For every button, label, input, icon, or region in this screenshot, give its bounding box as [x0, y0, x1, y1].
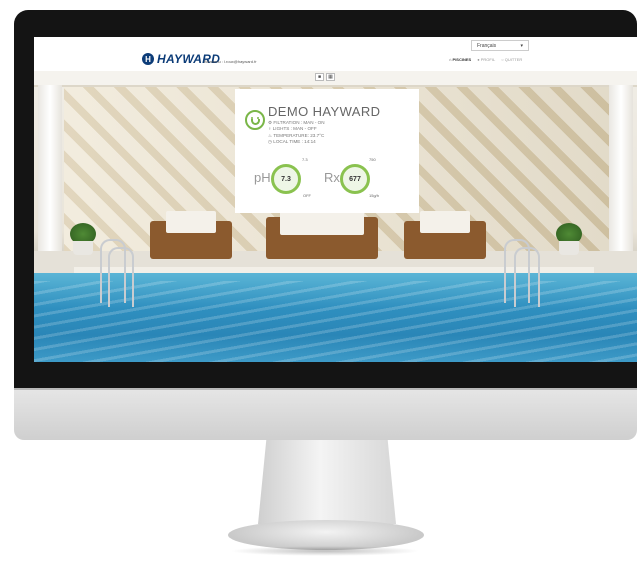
monitor-stand-neck [258, 440, 396, 524]
pool-name: DEMO HAYWARD [268, 104, 381, 119]
logo-mark-icon: H [142, 53, 154, 65]
nav-pools[interactable]: ⌂ PISCINES [449, 57, 471, 62]
nav-logout[interactable]: ○ QUITTER [501, 57, 522, 62]
ph-label: pH [254, 170, 271, 185]
ph-pump-status: OFF [303, 193, 311, 198]
rx-label: Rx [324, 170, 340, 185]
local-time: ◷ LOCAL TIME : 14:14 [268, 138, 316, 144]
top-nav: ⌂ PISCINES ● PROFIL ○ QUITTER [449, 57, 522, 62]
chin-divider [14, 388, 637, 390]
grid-view-button[interactable]: ▦ [326, 73, 335, 81]
pool-status-card[interactable]: DEMO HAYWARD ⚙ FILTRATION : MAN - ON ♀ L… [235, 89, 419, 213]
welcome-text: Bienvenu : l.roux@hayward.fr [204, 59, 257, 64]
pergola-beam [34, 71, 637, 87]
rx-target: 750 [369, 157, 376, 162]
left-pillar [38, 85, 62, 265]
imac-mockup: H HAYWARD Bienvenu : l.roux@hayward.fr F… [0, 0, 637, 561]
smiley-icon [245, 110, 265, 130]
ph-gauge[interactable]: 7.3 [271, 164, 301, 194]
app-header: H HAYWARD Bienvenu : l.roux@hayward.fr F… [34, 37, 637, 71]
right-pillar [609, 85, 633, 265]
stand-shadow [230, 546, 420, 556]
view-toggle: ■ ▦ [315, 73, 335, 81]
pool-info-list: ⚙ FILTRATION : MAN - ON ♀ LIGHTS : MAN -… [268, 120, 325, 145]
ph-value: 7.3 [281, 175, 291, 183]
rx-production: 15g/h [369, 193, 380, 198]
plant-pot [559, 241, 579, 255]
language-select[interactable]: Français ▾ [471, 40, 529, 51]
language-select-value: Français [477, 42, 497, 49]
ph-target: 7.3 [302, 157, 308, 162]
rx-gauge[interactable]: 677 [340, 164, 370, 194]
single-view-button[interactable]: ■ [315, 73, 324, 81]
rx-value: 677 [349, 175, 361, 183]
plant-pot [73, 241, 93, 255]
nav-profile[interactable]: ● PROFIL [477, 57, 495, 62]
chevron-down-icon: ▾ [520, 42, 523, 49]
monitor-chin [14, 388, 637, 440]
screen: H HAYWARD Bienvenu : l.roux@hayward.fr F… [34, 37, 637, 362]
